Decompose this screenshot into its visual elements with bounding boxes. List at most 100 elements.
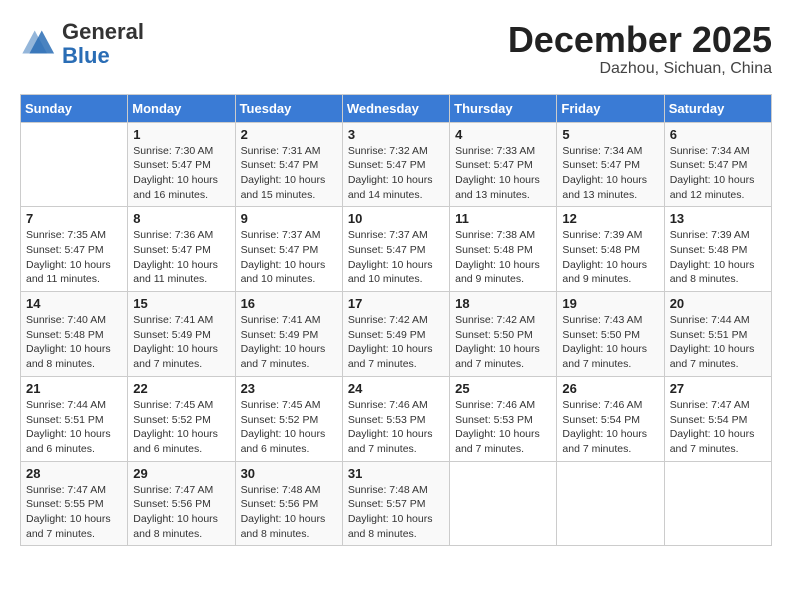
day-info: Sunrise: 7:46 AMSunset: 5:54 PMDaylight:…: [562, 398, 658, 457]
day-info: Sunrise: 7:46 AMSunset: 5:53 PMDaylight:…: [348, 398, 444, 457]
month-title: December 2025: [508, 20, 772, 60]
day-info: Sunrise: 7:39 AMSunset: 5:48 PMDaylight:…: [562, 228, 658, 287]
calendar-cell: 24 Sunrise: 7:46 AMSunset: 5:53 PMDayligh…: [342, 376, 449, 461]
calendar-week-row: 1 Sunrise: 7:30 AMSunset: 5:47 PMDaylight…: [21, 122, 772, 207]
calendar-cell: [664, 461, 771, 546]
day-info: Sunrise: 7:37 AMSunset: 5:47 PMDaylight:…: [241, 228, 337, 287]
calendar-cell: 1 Sunrise: 7:30 AMSunset: 5:47 PMDaylight…: [128, 122, 235, 207]
day-number: 1: [133, 127, 229, 142]
calendar-week-row: 28Sunrise: 7:47 AMSunset: 5:55 PMDayligh…: [21, 461, 772, 546]
weekday-header: Tuesday: [235, 94, 342, 122]
weekday-header: Saturday: [664, 94, 771, 122]
logo-blue-text: Blue: [62, 43, 110, 68]
weekday-header: Sunday: [21, 94, 128, 122]
day-number: 15: [133, 296, 229, 311]
day-number: 18: [455, 296, 551, 311]
day-info: Sunrise: 7:37 AMSunset: 5:47 PMDaylight:…: [348, 228, 444, 287]
calendar-cell: 3 Sunrise: 7:32 AMSunset: 5:47 PMDaylight…: [342, 122, 449, 207]
calendar-cell: 12 Sunrise: 7:39 AMSunset: 5:48 PMDayligh…: [557, 207, 664, 292]
calendar-week-row: 14 Sunrise: 7:40 AMSunset: 5:48 PMDayligh…: [21, 292, 772, 377]
day-number: 27: [670, 381, 766, 396]
day-number: 13: [670, 211, 766, 226]
day-info: Sunrise: 7:42 AMSunset: 5:49 PMDaylight:…: [348, 313, 444, 372]
day-info: Sunrise: 7:35 AMSunset: 5:47 PMDaylight:…: [26, 228, 122, 287]
calendar-cell: 21 Sunrise: 7:44 AMSunset: 5:51 PMDayligh…: [21, 376, 128, 461]
day-info: Sunrise: 7:34 AMSunset: 5:47 PMDaylight:…: [670, 144, 766, 203]
day-info: Sunrise: 7:31 AMSunset: 5:47 PMDaylight:…: [241, 144, 337, 203]
calendar-cell: 10Sunrise: 7:37 AMSunset: 5:47 PMDayligh…: [342, 207, 449, 292]
calendar-cell: 8 Sunrise: 7:36 AMSunset: 5:47 PMDaylight…: [128, 207, 235, 292]
day-info: Sunrise: 7:33 AMSunset: 5:47 PMDaylight:…: [455, 144, 551, 203]
day-info: Sunrise: 7:40 AMSunset: 5:48 PMDaylight:…: [26, 313, 122, 372]
calendar-cell: 5Sunrise: 7:34 AMSunset: 5:47 PMDaylight…: [557, 122, 664, 207]
day-info: Sunrise: 7:43 AMSunset: 5:50 PMDaylight:…: [562, 313, 658, 372]
day-number: 24: [348, 381, 444, 396]
logo: General Blue: [20, 20, 144, 68]
day-info: Sunrise: 7:39 AMSunset: 5:48 PMDaylight:…: [670, 228, 766, 287]
day-number: 3: [348, 127, 444, 142]
day-info: Sunrise: 7:32 AMSunset: 5:47 PMDaylight:…: [348, 144, 444, 203]
day-info: Sunrise: 7:47 AMSunset: 5:55 PMDaylight:…: [26, 483, 122, 542]
calendar-cell: 19 Sunrise: 7:43 AMSunset: 5:50 PMDayligh…: [557, 292, 664, 377]
calendar-table: SundayMondayTuesdayWednesdayThursdayFrid…: [20, 94, 772, 547]
day-info: Sunrise: 7:45 AMSunset: 5:52 PMDaylight:…: [241, 398, 337, 457]
day-number: 22: [133, 381, 229, 396]
calendar-cell: 27 Sunrise: 7:47 AMSunset: 5:54 PMDayligh…: [664, 376, 771, 461]
calendar-cell: 26 Sunrise: 7:46 AMSunset: 5:54 PMDayligh…: [557, 376, 664, 461]
weekday-header: Monday: [128, 94, 235, 122]
calendar-cell: 23 Sunrise: 7:45 AMSunset: 5:52 PMDayligh…: [235, 376, 342, 461]
day-number: 11: [455, 211, 551, 226]
day-number: 19: [562, 296, 658, 311]
calendar-cell: 22 Sunrise: 7:45 AMSunset: 5:52 PMDayligh…: [128, 376, 235, 461]
day-number: 17: [348, 296, 444, 311]
calendar-cell: 20 Sunrise: 7:44 AMSunset: 5:51 PMDayligh…: [664, 292, 771, 377]
day-number: 23: [241, 381, 337, 396]
day-number: 9: [241, 211, 337, 226]
day-number: 12: [562, 211, 658, 226]
day-info: Sunrise: 7:45 AMSunset: 5:52 PMDaylight:…: [133, 398, 229, 457]
day-number: 14: [26, 296, 122, 311]
day-info: Sunrise: 7:47 AMSunset: 5:54 PMDaylight:…: [670, 398, 766, 457]
calendar-cell: 6 Sunrise: 7:34 AMSunset: 5:47 PMDaylight…: [664, 122, 771, 207]
day-number: 21: [26, 381, 122, 396]
day-number: 6: [670, 127, 766, 142]
day-info: Sunrise: 7:47 AMSunset: 5:56 PMDaylight:…: [133, 483, 229, 542]
calendar-cell: 17 Sunrise: 7:42 AMSunset: 5:49 PMDayligh…: [342, 292, 449, 377]
calendar-cell: 9 Sunrise: 7:37 AMSunset: 5:47 PMDaylight…: [235, 207, 342, 292]
day-info: Sunrise: 7:36 AMSunset: 5:47 PMDaylight:…: [133, 228, 229, 287]
calendar-cell: 15Sunrise: 7:41 AMSunset: 5:49 PMDayligh…: [128, 292, 235, 377]
calendar-cell: [21, 122, 128, 207]
calendar-cell: 31Sunrise: 7:48 AMSunset: 5:57 PMDayligh…: [342, 461, 449, 546]
day-number: 16: [241, 296, 337, 311]
calendar-cell: 14 Sunrise: 7:40 AMSunset: 5:48 PMDayligh…: [21, 292, 128, 377]
day-info: Sunrise: 7:48 AMSunset: 5:56 PMDaylight:…: [241, 483, 337, 542]
day-info: Sunrise: 7:44 AMSunset: 5:51 PMDaylight:…: [26, 398, 122, 457]
calendar-cell: 25 Sunrise: 7:46 AMSunset: 5:53 PMDayligh…: [450, 376, 557, 461]
weekday-header: Wednesday: [342, 94, 449, 122]
day-info: Sunrise: 7:38 AMSunset: 5:48 PMDaylight:…: [455, 228, 551, 287]
calendar-cell: 18 Sunrise: 7:42 AMSunset: 5:50 PMDayligh…: [450, 292, 557, 377]
day-number: 26: [562, 381, 658, 396]
day-number: 4: [455, 127, 551, 142]
day-info: Sunrise: 7:46 AMSunset: 5:53 PMDaylight:…: [455, 398, 551, 457]
day-number: 30: [241, 466, 337, 481]
day-number: 29: [133, 466, 229, 481]
calendar-cell: 7Sunrise: 7:35 AMSunset: 5:47 PMDaylight…: [21, 207, 128, 292]
calendar-cell: 2Sunrise: 7:31 AMSunset: 5:47 PMDaylight…: [235, 122, 342, 207]
title-block: December 2025 Dazhou, Sichuan, China: [508, 20, 772, 78]
day-number: 20: [670, 296, 766, 311]
calendar-week-row: 7Sunrise: 7:35 AMSunset: 5:47 PMDaylight…: [21, 207, 772, 292]
day-number: 8: [133, 211, 229, 226]
day-info: Sunrise: 7:44 AMSunset: 5:51 PMDaylight:…: [670, 313, 766, 372]
page-header: General Blue December 2025 Dazhou, Sichu…: [20, 20, 772, 78]
location-subtitle: Dazhou, Sichuan, China: [508, 60, 772, 78]
calendar-cell: [557, 461, 664, 546]
day-info: Sunrise: 7:42 AMSunset: 5:50 PMDaylight:…: [455, 313, 551, 372]
logo-general-text: General: [62, 19, 144, 44]
day-number: 25: [455, 381, 551, 396]
calendar-week-row: 21 Sunrise: 7:44 AMSunset: 5:51 PMDayligh…: [21, 376, 772, 461]
calendar-cell: 4 Sunrise: 7:33 AMSunset: 5:47 PMDaylight…: [450, 122, 557, 207]
day-info: Sunrise: 7:41 AMSunset: 5:49 PMDaylight:…: [241, 313, 337, 372]
day-info: Sunrise: 7:30 AMSunset: 5:47 PMDaylight:…: [133, 144, 229, 203]
weekday-header: Thursday: [450, 94, 557, 122]
